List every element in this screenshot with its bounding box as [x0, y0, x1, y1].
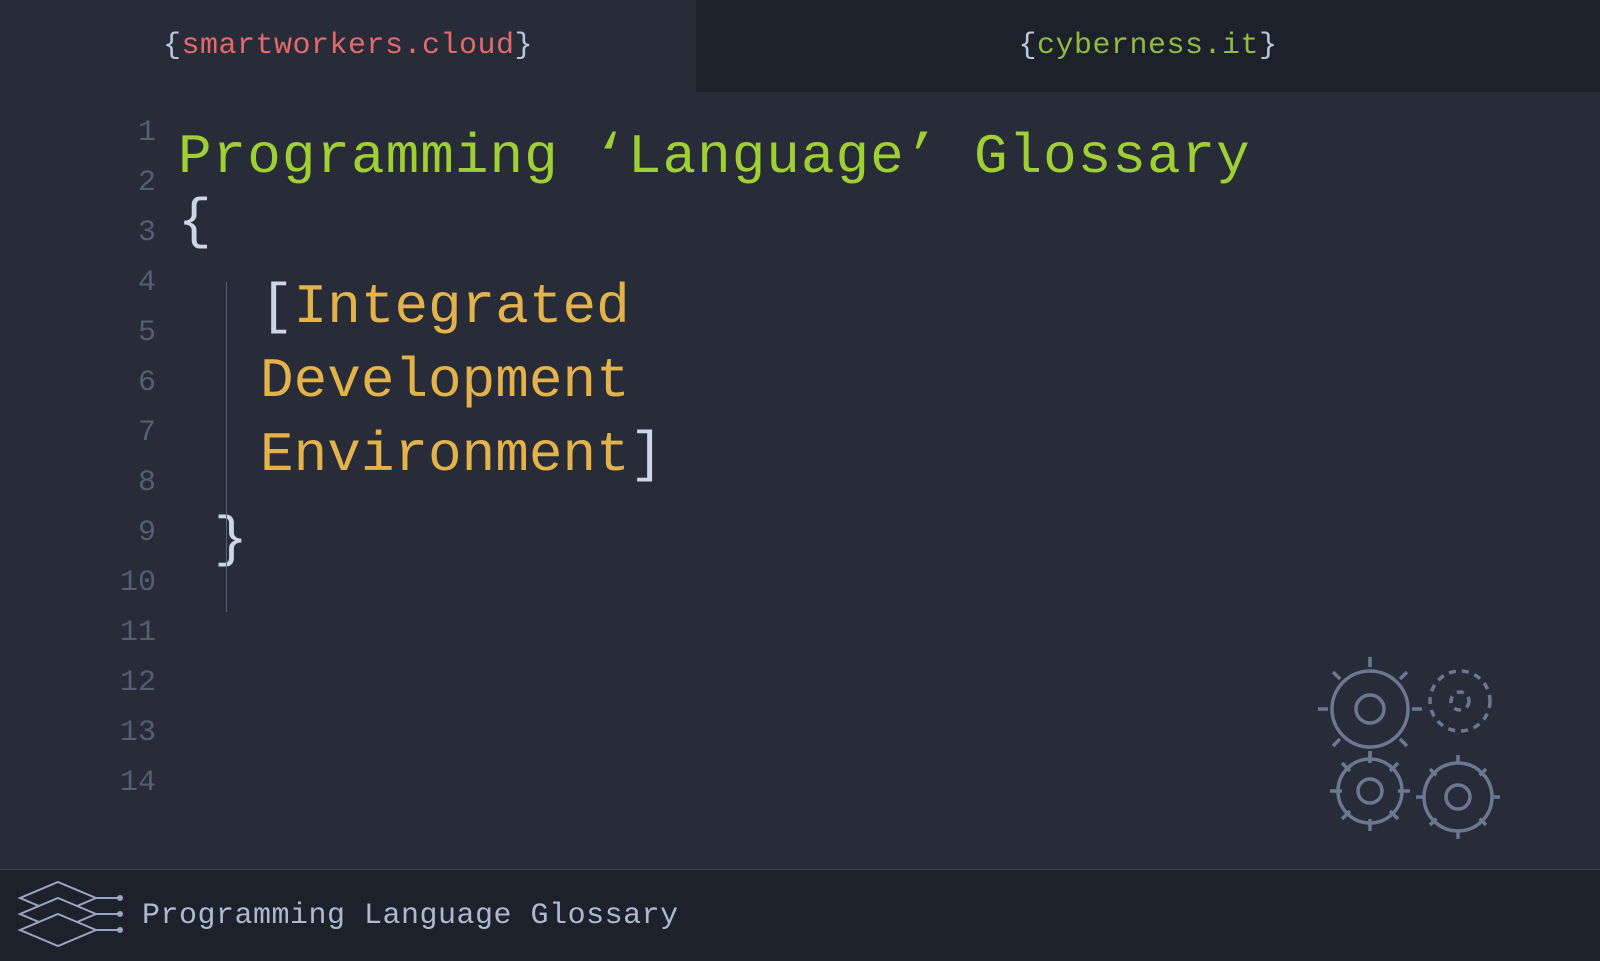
indent-guide — [226, 282, 227, 612]
brace-close: } — [515, 29, 534, 63]
line-number: 9 — [138, 508, 156, 558]
domain-cyberness: cyberness.it — [1037, 29, 1259, 63]
term-word: Development — [260, 349, 630, 413]
brace-close: } — [1259, 29, 1278, 63]
term-word: Integrated — [294, 275, 630, 339]
code-body: Programming ‘Language’ Glossary { [Integ… — [178, 108, 1251, 808]
term-line: Development — [260, 344, 1251, 418]
line-number: 14 — [120, 758, 156, 808]
line-number: 2 — [138, 158, 156, 208]
brace-open: { — [1018, 29, 1037, 63]
term-block: [IntegratedDevelopmentEnvironment] — [260, 270, 1251, 492]
tab-smartworkers[interactable]: { smartworkers.cloud } — [0, 0, 696, 92]
line-number: 1 — [138, 108, 156, 158]
line-number: 5 — [138, 308, 156, 358]
domain-smartworkers: smartworkers.cloud — [181, 29, 514, 63]
code-editor: 1234567891011121314 Programming ‘Languag… — [120, 108, 1251, 808]
line-number: 7 — [138, 408, 156, 458]
bracket-close-icon: ] — [630, 423, 664, 487]
line-number: 13 — [120, 708, 156, 758]
line-numbers: 1234567891011121314 — [120, 108, 178, 808]
brace-open: { — [163, 29, 182, 63]
code-brace-open: { — [178, 192, 1251, 252]
bracket-open-icon: [ — [260, 275, 294, 339]
footer-bar: Programming Language Glossary — [0, 869, 1600, 961]
line-number: 4 — [138, 258, 156, 308]
page-title: Programming ‘Language’ Glossary — [178, 128, 1251, 186]
gears-icon — [1300, 651, 1520, 851]
term-line: [Integrated — [260, 270, 1251, 344]
term-word: Environment — [260, 423, 630, 487]
tab-cyberness[interactable]: { cyberness.it } — [696, 0, 1600, 92]
line-number: 10 — [120, 558, 156, 608]
line-number: 12 — [120, 658, 156, 708]
line-number: 3 — [138, 208, 156, 258]
line-number: 11 — [120, 608, 156, 658]
line-number: 8 — [138, 458, 156, 508]
code-brace-close: } — [214, 510, 1251, 570]
term-line: Environment] — [260, 418, 1251, 492]
line-number: 6 — [138, 358, 156, 408]
footer-title: Programming Language Glossary — [142, 899, 679, 933]
layers-icon — [14, 876, 130, 956]
top-tabs: { smartworkers.cloud } { cyberness.it } — [0, 0, 1600, 92]
